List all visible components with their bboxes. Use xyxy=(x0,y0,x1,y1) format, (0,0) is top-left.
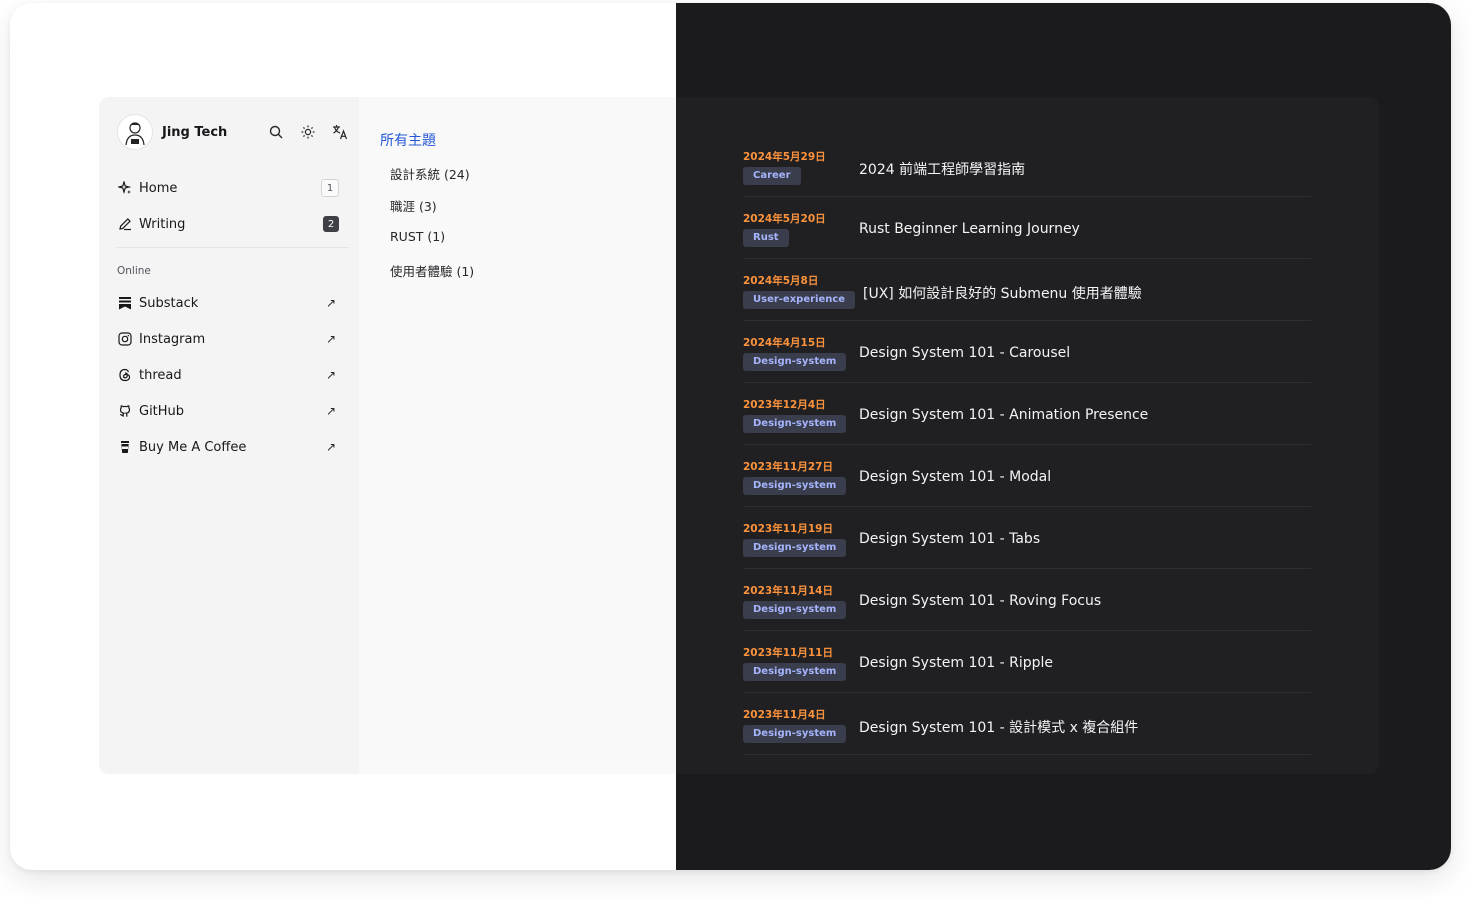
post-date: 2023年12月4日 xyxy=(743,399,826,411)
post-date: 2024年4月15日 xyxy=(743,337,826,349)
post-title[interactable]: [UX] 如何設計良好的 Submenu 使用者體驗 xyxy=(863,283,1142,303)
post-title[interactable]: Design System 101 - Carousel xyxy=(859,345,1070,361)
post-item[interactable]: 2023年11月27日 Design-system Design System … xyxy=(743,445,1311,507)
post-item[interactable]: 2024年4月15日 Design-system Design System 1… xyxy=(743,321,1311,383)
post-tag[interactable]: Rust xyxy=(743,229,789,247)
external-link-icon: ↗ xyxy=(325,296,337,310)
post-tag[interactable]: Design-system xyxy=(743,601,847,619)
post-date: 2023年11月14日 xyxy=(743,585,833,597)
link-thread[interactable]: thread ↗ xyxy=(117,363,339,387)
avatar xyxy=(117,114,153,150)
link-label-substack: Substack xyxy=(139,295,199,311)
app-window-light: Jing Tech Home 1 Writing 2 Online Substa… xyxy=(99,97,676,774)
post-tag[interactable]: Design-system xyxy=(743,539,847,557)
post-title[interactable]: 2024 前端工程師學習指南 xyxy=(859,159,1025,179)
post-tag[interactable]: Design-system xyxy=(743,353,847,371)
post-item[interactable]: 2024年5月20日 Rust Rust Beginner Learning J… xyxy=(743,197,1311,259)
link-github[interactable]: GitHub ↗ xyxy=(117,399,339,423)
post-list: 2024年5月29日 Career 2024 前端工程師學習指南 2024年5月… xyxy=(743,135,1311,755)
post-item[interactable]: 2023年12月4日 Design-system Design System 1… xyxy=(743,383,1311,445)
nav-count-home: 1 xyxy=(321,179,339,197)
topics-panel: 所有主題 設計系統 (24) 職涯 (3) RUST (1) 使用者體驗 (1) xyxy=(359,97,676,774)
post-tag[interactable]: Design-system xyxy=(743,477,847,495)
post-date: 2023年11月19日 xyxy=(743,523,833,535)
profile[interactable]: Jing Tech xyxy=(117,114,349,150)
topic-item[interactable]: 設計系統 (24) xyxy=(390,164,470,183)
sun-icon[interactable] xyxy=(299,123,317,141)
sidebar-divider xyxy=(117,247,349,248)
nav-item-home[interactable]: Home 1 xyxy=(117,176,339,200)
post-title[interactable]: Design System 101 - 設計模式 x 複合組件 xyxy=(859,717,1138,737)
nav-item-writing[interactable]: Writing 2 xyxy=(117,212,339,236)
link-label-instagram: Instagram xyxy=(139,331,206,347)
post-title[interactable]: Design System 101 - Modal xyxy=(859,469,1051,485)
post-title[interactable]: Rust Beginner Learning Journey xyxy=(859,221,1080,237)
instagram-icon xyxy=(117,331,133,347)
nav-label-writing: Writing xyxy=(139,216,186,232)
github-icon xyxy=(117,403,133,419)
post-item[interactable]: 2024年5月8日 User-experience [UX] 如何設計良好的 S… xyxy=(743,259,1311,321)
search-icon[interactable] xyxy=(267,123,285,141)
profile-name: Jing Tech xyxy=(162,124,228,140)
sidebar: Jing Tech Home 1 Writing 2 Online Substa… xyxy=(99,97,360,774)
link-buy-me-a-coffee[interactable]: Buy Me A Coffee ↗ xyxy=(117,435,339,459)
header-actions xyxy=(267,123,349,141)
topic-item[interactable]: 使用者體驗 (1) xyxy=(390,261,474,280)
post-title[interactable]: Design System 101 - Roving Focus xyxy=(859,593,1101,609)
post-date: 2023年11月4日 xyxy=(743,709,826,721)
post-date: 2024年5月20日 xyxy=(743,213,826,225)
external-link-icon: ↗ xyxy=(325,440,337,454)
screenshot-frame: Jing Tech Home 1 Writing 2 Online Substa… xyxy=(10,3,1451,870)
topic-item[interactable]: 職涯 (3) xyxy=(390,196,437,215)
post-tag[interactable]: User-experience xyxy=(743,291,856,309)
external-link-icon: ↗ xyxy=(325,368,337,382)
external-link-icon: ↗ xyxy=(325,404,337,418)
post-item[interactable]: 2023年11月19日 Design-system Design System … xyxy=(743,507,1311,569)
link-instagram[interactable]: Instagram ↗ xyxy=(117,327,339,351)
link-label-github: GitHub xyxy=(139,403,185,419)
link-label-thread: thread xyxy=(139,367,182,383)
post-date: 2024年5月8日 xyxy=(743,275,819,287)
post-item[interactable]: 2024年5月29日 Career 2024 前端工程師學習指南 xyxy=(743,135,1311,197)
post-title[interactable]: Design System 101 - Animation Presence xyxy=(859,407,1148,423)
topics-title[interactable]: 所有主題 xyxy=(380,130,436,150)
avatar-illustration xyxy=(125,122,145,146)
post-date: 2024年5月29日 xyxy=(743,151,826,163)
nav-count-writing: 2 xyxy=(323,216,339,232)
translate-icon[interactable] xyxy=(331,123,349,141)
sparkle-icon xyxy=(117,180,133,196)
post-tag[interactable]: Design-system xyxy=(743,725,847,743)
substack-icon xyxy=(117,295,133,311)
post-tag[interactable]: Design-system xyxy=(743,415,847,433)
post-item[interactable]: 2023年11月14日 Design-system Design System … xyxy=(743,569,1311,631)
post-title[interactable]: Design System 101 - Ripple xyxy=(859,655,1053,671)
post-item[interactable]: 2023年11月4日 Design-system Design System 1… xyxy=(743,693,1311,755)
online-section-label: Online xyxy=(117,265,151,277)
link-substack[interactable]: Substack ↗ xyxy=(117,291,339,315)
external-link-icon: ↗ xyxy=(325,332,337,346)
post-date: 2023年11月27日 xyxy=(743,461,833,473)
post-item[interactable]: 2023年11月11日 Design-system Design System … xyxy=(743,631,1311,693)
coffee-icon xyxy=(117,439,133,455)
topic-item[interactable]: RUST (1) xyxy=(390,229,445,244)
app-window-dark: 2024年5月29日 Career 2024 前端工程師學習指南 2024年5月… xyxy=(676,97,1379,774)
post-title[interactable]: Design System 101 - Tabs xyxy=(859,531,1040,547)
threads-icon xyxy=(117,367,133,383)
pencil-icon xyxy=(117,216,133,232)
post-date: 2023年11月11日 xyxy=(743,647,833,659)
nav-label-home: Home xyxy=(139,180,178,196)
post-tag[interactable]: Career xyxy=(743,167,801,185)
post-tag[interactable]: Design-system xyxy=(743,663,847,681)
link-label-buy-me-a-coffee: Buy Me A Coffee xyxy=(139,439,247,455)
